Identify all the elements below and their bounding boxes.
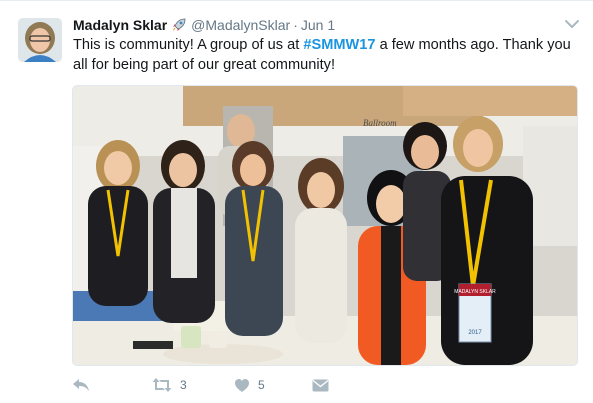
retweet-count: 3 <box>180 378 187 392</box>
like-button[interactable]: 5 <box>234 375 265 395</box>
ballroom-sign: Ballroom <box>363 118 397 128</box>
hashtag-link[interactable]: #SMMW17 <box>303 37 375 53</box>
heart-icon[interactable] <box>234 378 250 393</box>
retweet-icon[interactable] <box>152 377 172 393</box>
tweet-date[interactable]: Jun 1 <box>301 17 335 33</box>
tweet-text-part: This is community! A group of us at <box>73 37 304 53</box>
tweet-actions: 3 5 <box>72 375 372 395</box>
author-name[interactable]: Madalyn Sklar <box>73 17 167 33</box>
envelope-icon[interactable] <box>312 379 329 392</box>
tweet-text: This is community! A group of us at #SMM… <box>73 35 573 75</box>
tweet-header: Madalyn Sklar @MadalynSklar · Jun 1 <box>73 15 335 35</box>
badge-name: MADALYN SKLAR <box>454 289 496 295</box>
reply-button[interactable] <box>72 375 90 395</box>
tweet-photo[interactable]: MADALYN SKLAR 2017 Ballroom <box>72 85 578 366</box>
direct-message-button[interactable] <box>312 375 329 395</box>
chevron-down-icon[interactable] <box>564 17 580 29</box>
reply-icon[interactable] <box>72 377 90 393</box>
tweet-card[interactable]: Madalyn Sklar @MadalynSklar · Jun 1 This i… <box>0 0 593 403</box>
like-count: 5 <box>258 378 265 392</box>
separator: · <box>293 17 298 33</box>
author-handle[interactable]: @MadalynSklar <box>191 17 290 33</box>
badge-year: 2017 <box>468 330 482 336</box>
retweet-button[interactable]: 3 <box>152 375 187 395</box>
avatar[interactable] <box>18 18 62 62</box>
